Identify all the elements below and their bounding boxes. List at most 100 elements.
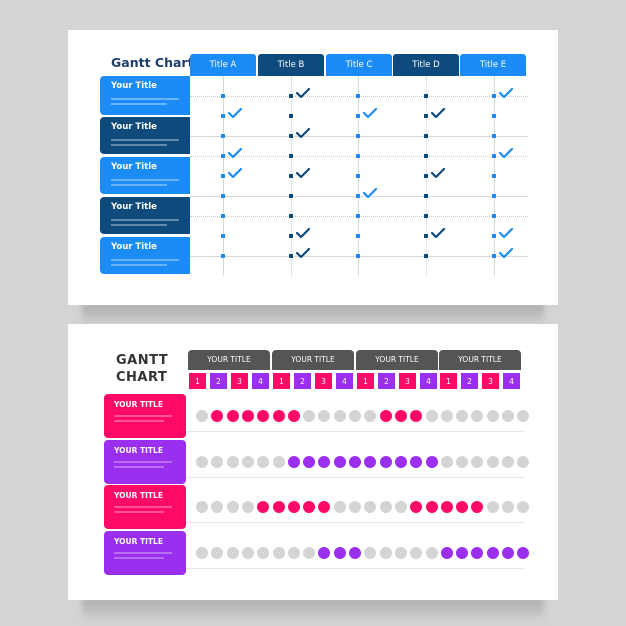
timeline-dot-inactive bbox=[211, 501, 224, 513]
checkmark-icon bbox=[499, 88, 513, 98]
timeline-dot-inactive bbox=[211, 547, 224, 559]
timeline-dot-active bbox=[211, 410, 224, 422]
task-label-text: YOUR TITLE bbox=[114, 446, 163, 455]
timeline-dot-inactive bbox=[211, 456, 224, 468]
timeline-dot-active bbox=[226, 410, 239, 422]
slot-marker bbox=[424, 94, 428, 98]
task-placeholder-text bbox=[114, 506, 172, 508]
timeline-dot-inactive bbox=[486, 456, 499, 468]
slot-marker bbox=[356, 94, 360, 98]
bottom-card-shadow bbox=[82, 598, 544, 620]
timeline-dot-inactive bbox=[303, 410, 316, 422]
checkmark-icon bbox=[499, 148, 513, 158]
slot-marker bbox=[221, 114, 225, 118]
slot-marker bbox=[356, 174, 360, 178]
timeline-dot-active bbox=[410, 456, 423, 468]
timeline-dot-active bbox=[318, 501, 331, 513]
timeline-dot-inactive bbox=[241, 547, 254, 559]
task-placeholder-text bbox=[114, 415, 172, 417]
timeline-dot-inactive bbox=[517, 410, 530, 422]
sub-period-number: 3 bbox=[230, 372, 249, 390]
task-label-text: YOUR TITLE bbox=[114, 400, 163, 409]
timeline-dot-inactive bbox=[318, 410, 331, 422]
slot-marker bbox=[356, 254, 360, 258]
timeline-dot-active bbox=[379, 456, 392, 468]
column-header-2: Title B bbox=[258, 54, 324, 76]
row-divider bbox=[186, 568, 524, 569]
timeline-dot-active bbox=[425, 501, 438, 513]
checkmark-icon bbox=[431, 168, 445, 178]
timeline-dot-active bbox=[303, 501, 316, 513]
row-label-placeholder-text bbox=[111, 264, 167, 266]
checkmark-icon bbox=[296, 228, 310, 238]
timeline-dot-inactive bbox=[257, 547, 270, 559]
row-label-text: Your Title bbox=[111, 242, 157, 252]
row-label-placeholder-text bbox=[111, 103, 167, 105]
timeline-dot-active bbox=[303, 456, 316, 468]
gantt-card-pink-purple: GANTT CHART YOUR TITLE 1 2 3 4 YOUR TITLE 1 2 3 4… bbox=[68, 324, 558, 600]
timeline-dot-active bbox=[410, 410, 423, 422]
row-label-text: Your Title bbox=[111, 162, 157, 172]
checkmark-icon bbox=[228, 148, 242, 158]
checkmark-icon bbox=[228, 168, 242, 178]
slot-marker bbox=[424, 174, 428, 178]
timeline-dot-inactive bbox=[303, 547, 316, 559]
timeline-dot-inactive bbox=[226, 456, 239, 468]
row-label-placeholder-text bbox=[111, 144, 167, 146]
checkmark-icon bbox=[363, 188, 377, 198]
timeline-dot-inactive bbox=[471, 410, 484, 422]
timeline-dot-inactive bbox=[241, 501, 254, 513]
slot-marker bbox=[356, 234, 360, 238]
slot-marker bbox=[492, 194, 496, 198]
timeline-dot-inactive bbox=[272, 456, 285, 468]
slot-marker bbox=[221, 94, 225, 98]
checkmark-icon bbox=[499, 248, 513, 258]
slot-marker bbox=[289, 94, 293, 98]
timeline-dot-inactive bbox=[471, 456, 484, 468]
timeline-dot-inactive bbox=[379, 547, 392, 559]
slot-marker bbox=[221, 214, 225, 218]
timeline-dot-inactive bbox=[456, 410, 469, 422]
row-label-placeholder-text bbox=[111, 98, 179, 100]
timeline-dot-active bbox=[471, 501, 484, 513]
slot-marker bbox=[492, 134, 496, 138]
top-card-shadow bbox=[82, 303, 544, 325]
sub-period-number: 1 bbox=[272, 372, 291, 390]
timeline-dot-active bbox=[272, 410, 285, 422]
timeline-dot-inactive bbox=[410, 547, 423, 559]
sub-period-number: 2 bbox=[293, 372, 312, 390]
timeline-dot-inactive bbox=[287, 547, 300, 559]
sub-period-number: 4 bbox=[251, 372, 270, 390]
sub-period-number: 1 bbox=[356, 372, 375, 390]
timeline-dot-inactive bbox=[349, 501, 361, 513]
slot-marker bbox=[356, 214, 360, 218]
slot-marker bbox=[221, 194, 225, 198]
slot-marker bbox=[221, 134, 225, 138]
slot-marker bbox=[289, 194, 293, 198]
slot-marker bbox=[492, 174, 496, 178]
task-label-3: YOUR TITLE bbox=[104, 485, 186, 529]
slot-marker bbox=[289, 214, 293, 218]
slot-marker bbox=[492, 94, 496, 98]
slot-marker bbox=[289, 234, 293, 238]
timeline-dot-inactive bbox=[486, 410, 499, 422]
task-placeholder-text bbox=[114, 557, 164, 559]
sub-period-number: 1 bbox=[439, 372, 458, 390]
timeline-dot-inactive bbox=[196, 456, 208, 468]
slot-marker bbox=[356, 114, 360, 118]
slot-marker bbox=[289, 174, 293, 178]
timeline-dot-inactive bbox=[196, 410, 208, 422]
task-placeholder-text bbox=[114, 511, 164, 513]
timeline-dot-active bbox=[287, 410, 300, 422]
timeline-dot-active bbox=[440, 547, 453, 559]
sub-period-number: 2 bbox=[209, 372, 228, 390]
slot-marker bbox=[356, 194, 360, 198]
timeline-dot-active bbox=[517, 547, 530, 559]
slot-marker bbox=[289, 154, 293, 158]
timeline-dot-inactive bbox=[364, 501, 377, 513]
timeline-dot-active bbox=[318, 547, 331, 559]
row-label-placeholder-text bbox=[111, 259, 179, 261]
task-label-text: YOUR TITLE bbox=[114, 491, 163, 500]
sub-period-number: 3 bbox=[314, 372, 333, 390]
column-header-1: Title A bbox=[190, 54, 256, 76]
